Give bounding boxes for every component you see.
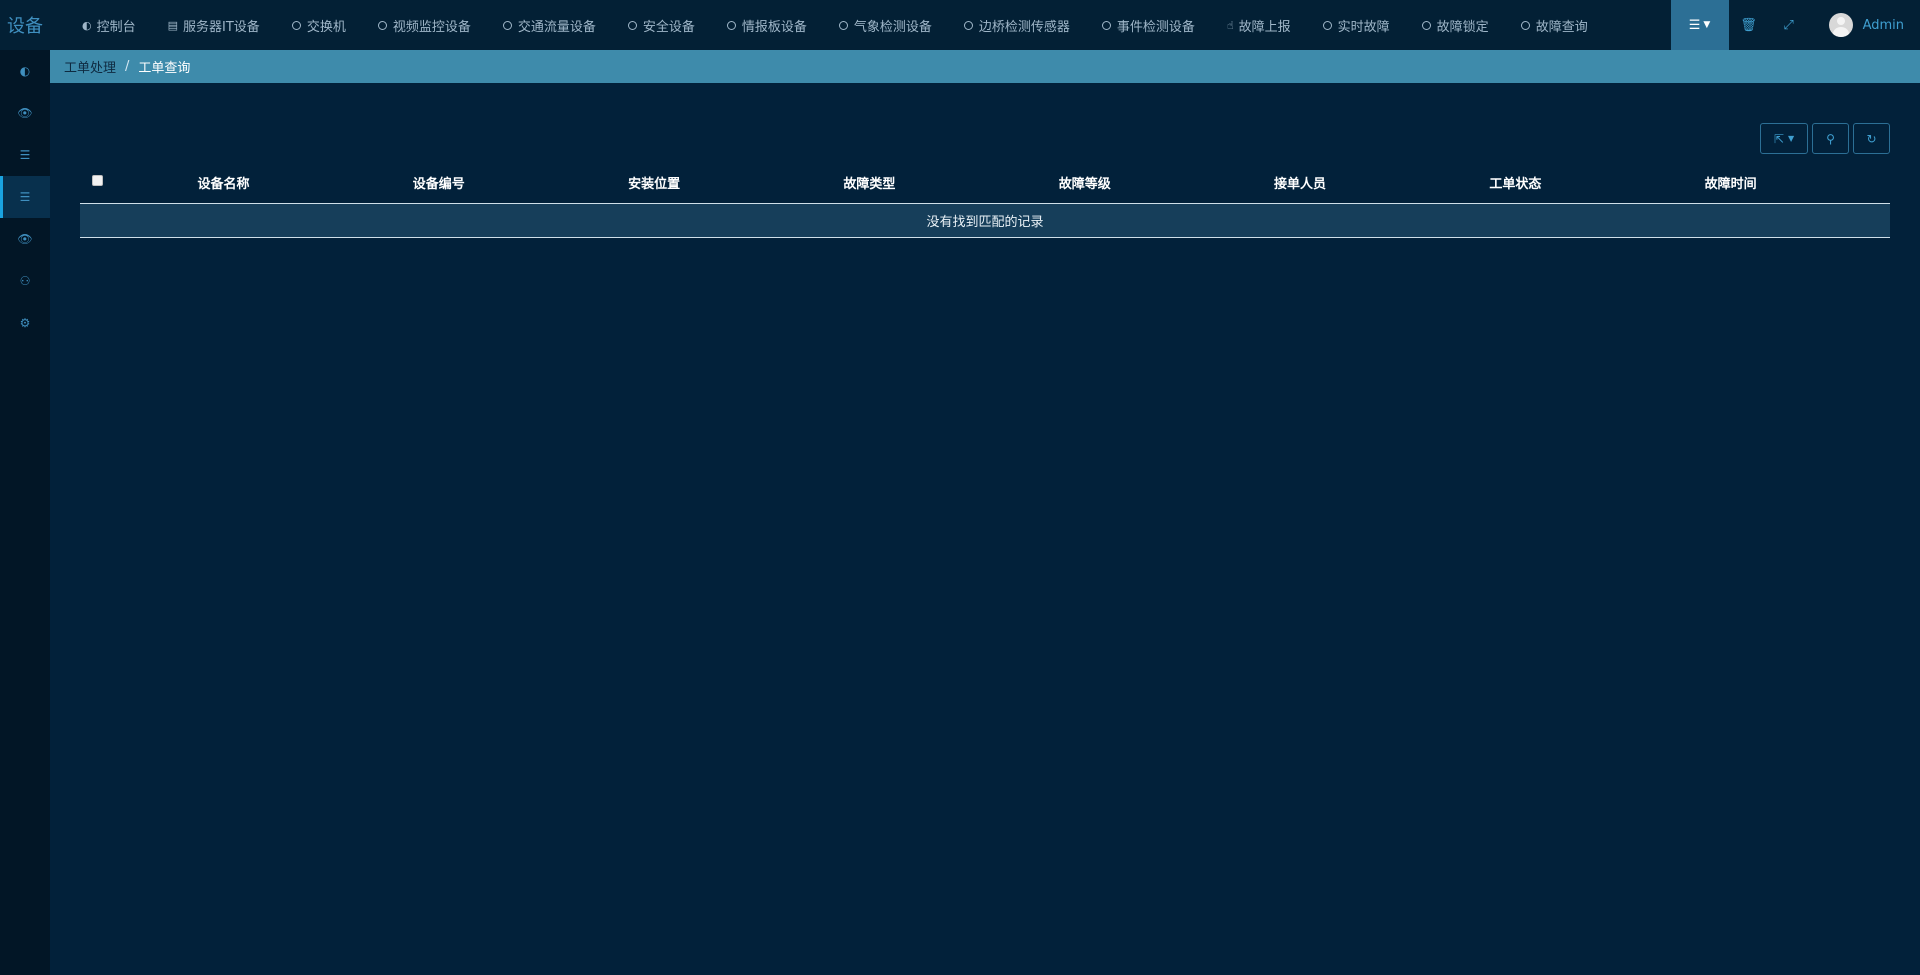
gears-icon: ⚙ bbox=[19, 316, 31, 330]
empty-message: 没有找到匹配的记录 bbox=[80, 203, 1890, 238]
nav-item-label: 控制台 bbox=[96, 19, 136, 35]
column-header-device-name[interactable]: 设备名称 bbox=[167, 163, 383, 204]
nav-item-switch[interactable]: 交换机 bbox=[276, 0, 362, 50]
nav-item-fault-report[interactable]: ☝ 故障上报 bbox=[1211, 0, 1307, 50]
nav-item-fault-query[interactable]: 故障查询 bbox=[1505, 0, 1604, 50]
nav-item-realtime-fault[interactable]: 实时故障 bbox=[1307, 0, 1406, 50]
sidebar-item-users[interactable]: ⚇ bbox=[0, 260, 50, 302]
trash-icon: 🗑 bbox=[1740, 17, 1757, 33]
nav-item-label: 视频监控设备 bbox=[392, 19, 471, 35]
nav-item-dashboard[interactable]: ◐ 控制台 bbox=[66, 0, 152, 50]
search-icon: ⚲ bbox=[1826, 131, 1835, 146]
nav-item-info-board[interactable]: 情报板设备 bbox=[711, 0, 823, 50]
circle-icon bbox=[291, 20, 301, 30]
server-icon: ▤ bbox=[167, 18, 179, 32]
caret-down-icon: ▼ bbox=[1703, 20, 1711, 30]
nav-item-server[interactable]: ▤ 服务器IT设备 bbox=[152, 0, 276, 50]
table-toolbar: ⇱ ▼ ⚲ ↻ bbox=[1760, 123, 1890, 154]
nav-item-label: 交换机 bbox=[306, 19, 346, 35]
sidebar-item-dashboard[interactable]: ◐ bbox=[0, 50, 50, 92]
nav-item-weather[interactable]: 气象检测设备 bbox=[823, 0, 948, 50]
circle-icon bbox=[1322, 20, 1332, 30]
refresh-button[interactable]: ↻ bbox=[1853, 123, 1890, 154]
nav-item-fault-lock[interactable]: 故障锁定 bbox=[1406, 0, 1505, 50]
dashboard-icon: ◐ bbox=[82, 18, 92, 32]
list-icon: ☰ bbox=[1688, 17, 1701, 33]
circle-icon bbox=[726, 20, 736, 30]
column-header-order-status[interactable]: 工单状态 bbox=[1459, 163, 1675, 204]
search-toggle-button[interactable]: ⚲ bbox=[1812, 123, 1849, 154]
table-empty-row: 没有找到匹配的记录 bbox=[80, 203, 1890, 238]
circle-icon bbox=[1520, 20, 1530, 30]
fullscreen-button[interactable]: ⤢ bbox=[1769, 0, 1809, 50]
sidebar-item-work-orders[interactable]: ☰ bbox=[0, 176, 50, 218]
column-header-fault-time[interactable]: 故障时间 bbox=[1674, 163, 1890, 204]
sidebar: ◐ 👁 ☰ ☰ 👁 ⚇ ⚙ bbox=[0, 50, 50, 975]
nav-item-label: 边桥检测传感器 bbox=[978, 19, 1070, 35]
menu-toggle-button[interactable]: ☰ ▼ bbox=[1670, 0, 1729, 50]
breadcrumb-separator: / bbox=[125, 59, 130, 74]
select-all-cell bbox=[80, 163, 168, 204]
eye-icon: 👁 bbox=[17, 106, 33, 120]
sidebar-item-list[interactable]: ☰ bbox=[0, 134, 50, 176]
column-header-assignee[interactable]: 接单人员 bbox=[1244, 163, 1460, 204]
users-icon: ⚇ bbox=[19, 274, 31, 288]
nav-item-label: 事件检测设备 bbox=[1116, 19, 1195, 35]
sidebar-item-settings[interactable]: ⚙ bbox=[0, 302, 50, 344]
circle-icon bbox=[838, 20, 848, 30]
column-header-device-id[interactable]: 设备编号 bbox=[382, 163, 599, 204]
breadcrumb-current: 工单查询 bbox=[138, 61, 191, 76]
user-menu[interactable]: Admin bbox=[1809, 0, 1920, 50]
nav-item-label: 服务器IT设备 bbox=[183, 19, 260, 35]
nav-item-video[interactable]: 视频监控设备 bbox=[362, 0, 487, 50]
eye-icon: 👁 bbox=[17, 232, 33, 246]
table-header-row: 设备名称 设备编号 安装位置 故障类型 故障等级 接单人员 工单状态 故障时间 bbox=[80, 163, 1890, 204]
app-logo[interactable]: 设备 bbox=[0, 0, 50, 50]
hand-pointer-icon: ☝ bbox=[1226, 18, 1234, 32]
export-button[interactable]: ⇱ ▼ bbox=[1760, 123, 1808, 154]
nav-item-label: 交通流量设备 bbox=[517, 19, 596, 35]
export-icon: ⇱ bbox=[1773, 131, 1784, 146]
top-nav: ◐ 控制台 ▤ 服务器IT设备 交换机 视频监控设备 交通流量设备 安全设备 情… bbox=[66, 0, 1604, 50]
nav-item-label: 气象检测设备 bbox=[853, 19, 932, 35]
work-order-table: 设备名称 设备编号 安装位置 故障类型 故障等级 接单人员 工单状态 故障时间 … bbox=[80, 163, 1890, 238]
circle-icon bbox=[1101, 20, 1111, 30]
nav-item-bridge-sensor[interactable]: 边桥检测传感器 bbox=[948, 0, 1086, 50]
breadcrumb-parent[interactable]: 工单处理 bbox=[64, 57, 116, 76]
circle-icon bbox=[627, 20, 637, 30]
breadcrumb: 工单处理 / 工单查询 bbox=[50, 50, 1920, 83]
nav-item-label: 故障锁定 bbox=[1436, 19, 1489, 35]
main-content: ⇱ ▼ ⚲ ↻ 设备名称 设备编号 安装位置 故障类型 故障等级 接单人员 工单… bbox=[50, 83, 1920, 975]
nav-item-traffic[interactable]: 交通流量设备 bbox=[487, 0, 612, 50]
sidebar-item-view[interactable]: 👁 bbox=[0, 218, 50, 260]
nav-item-label: 情报板设备 bbox=[741, 19, 807, 35]
nav-item-label: 安全设备 bbox=[642, 19, 695, 35]
nav-item-event-detection[interactable]: 事件检测设备 bbox=[1086, 0, 1211, 50]
circle-icon bbox=[502, 20, 512, 30]
list-icon: ☰ bbox=[19, 148, 31, 162]
nav-item-security[interactable]: 安全设备 bbox=[612, 0, 711, 50]
sidebar-item-monitor[interactable]: 👁 bbox=[0, 92, 50, 134]
dashboard-icon: ◐ bbox=[19, 64, 31, 78]
circle-icon bbox=[1421, 20, 1431, 30]
nav-item-label: 故障查询 bbox=[1535, 19, 1588, 35]
column-header-location[interactable]: 安装位置 bbox=[598, 163, 814, 204]
clear-cache-button[interactable]: 🗑 bbox=[1729, 0, 1769, 50]
nav-item-label: 实时故障 bbox=[1337, 19, 1390, 35]
top-right-tools: ☰ ▼ 🗑 ⤢ Admin bbox=[1670, 0, 1920, 50]
top-navbar: 设备 ◐ 控制台 ▤ 服务器IT设备 交换机 视频监控设备 交通流量设备 安全设… bbox=[0, 0, 1920, 50]
list-icon: ☰ bbox=[19, 190, 31, 204]
avatar bbox=[1828, 13, 1853, 37]
refresh-icon: ↻ bbox=[1866, 131, 1877, 146]
column-header-fault-level[interactable]: 故障等级 bbox=[1028, 163, 1245, 204]
circle-icon bbox=[963, 20, 973, 30]
user-name: Admin bbox=[1862, 17, 1904, 33]
select-all-checkbox[interactable] bbox=[92, 175, 103, 186]
nav-item-label: 故障上报 bbox=[1238, 19, 1291, 35]
circle-icon bbox=[377, 20, 387, 30]
expand-icon: ⤢ bbox=[1783, 17, 1794, 33]
caret-down-icon: ▼ bbox=[1787, 134, 1795, 143]
column-header-fault-type[interactable]: 故障类型 bbox=[813, 163, 1029, 204]
